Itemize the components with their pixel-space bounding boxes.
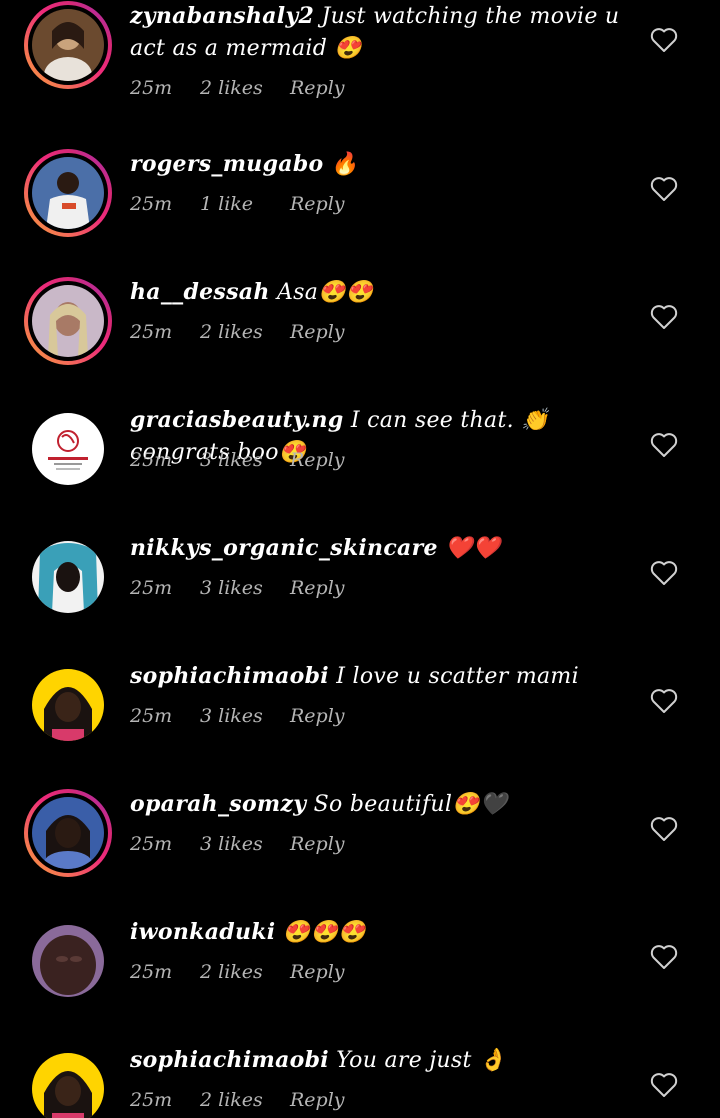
comment-time: 25m [130, 577, 173, 599]
comment-item: zynabanshaly2 Just watching the movie u … [0, 0, 720, 128]
heart-outline-icon[interactable] [650, 27, 678, 53]
comment-time: 25m [130, 833, 173, 855]
comment-time: 25m [130, 705, 173, 727]
reply-button[interactable]: Reply [290, 191, 345, 217]
avatar[interactable] [24, 661, 112, 749]
comment-username[interactable]: oparah_somzy [130, 791, 306, 817]
heart-outline-icon[interactable] [650, 432, 678, 458]
avatar[interactable] [24, 917, 112, 1005]
comment-meta: 25m 2 likes Reply [130, 959, 345, 985]
comment-username[interactable]: ha__dessah [130, 279, 270, 305]
comment-item: iwonkaduki 😍😍😍 25m 2 likes Reply [0, 896, 720, 1024]
comment-body: sophiachimaobi You are just 👌 [130, 1044, 620, 1077]
comment-item: nikkys_organic_skincare ❤️❤️ 25m 3 likes R… [0, 512, 720, 640]
avatar[interactable] [24, 1, 112, 89]
comment-likes[interactable]: 2 likes [200, 75, 290, 101]
comment-likes[interactable]: 3 likes [200, 703, 290, 729]
comment-time: 25m [130, 961, 173, 983]
heart-outline-icon[interactable] [650, 816, 678, 842]
heart-outline-icon[interactable] [650, 1072, 678, 1098]
comment-item: graciasbeauty.ng I can see that. 👏 congr… [0, 384, 720, 512]
comment-meta: 25m 1 like Reply [130, 191, 345, 217]
reply-button[interactable]: Reply [290, 1087, 345, 1113]
reply-button[interactable]: Reply [290, 575, 345, 601]
comment-time: 25m [130, 1089, 173, 1111]
comment-item: oparah_somzy So beautiful😍🖤 25m 3 likes Re… [0, 768, 720, 896]
comment-body: rogers_mugabo 🔥 [130, 148, 620, 181]
comment-item: sophiachimaobi I love u scatter mami 25m… [0, 640, 720, 768]
reply-button[interactable]: Reply [290, 319, 345, 345]
comment-body: zynabanshaly2 Just watching the movie u … [130, 0, 620, 65]
comment-username[interactable]: iwonkaduki [130, 919, 275, 945]
reply-button[interactable]: Reply [290, 959, 345, 985]
comment-item: ha__dessah Asa😍😍 25m 2 likes Reply [0, 256, 720, 384]
reply-button[interactable]: Reply [290, 75, 345, 101]
comment-meta: 25m 3 likes Reply [130, 447, 345, 473]
reply-button[interactable]: Reply [290, 447, 345, 473]
avatar[interactable] [24, 533, 112, 621]
comment-username[interactable]: graciasbeauty.ng [130, 407, 344, 433]
comment-text: So beautiful😍🖤 [313, 792, 508, 817]
comment-body: ha__dessah Asa😍😍 [130, 276, 620, 309]
comment-item: rogers_mugabo 🔥 25m 1 like Reply [0, 128, 720, 256]
comment-meta: 25m 2 likes Reply [130, 319, 345, 345]
comment-meta: 25m 3 likes Reply [130, 831, 345, 857]
heart-outline-icon[interactable] [650, 304, 678, 330]
comment-body: nikkys_organic_skincare ❤️❤️ [130, 532, 620, 565]
comment-text: ❤️❤️ [445, 536, 501, 561]
comment-text: Asa😍😍 [276, 280, 374, 305]
comment-time: 25m [130, 77, 173, 99]
comment-username[interactable]: zynabanshaly2 [130, 3, 314, 29]
comment-time: 25m [130, 321, 173, 343]
avatar[interactable] [24, 1045, 112, 1118]
avatar[interactable] [24, 789, 112, 877]
comment-text: 😍😍😍 [282, 920, 366, 945]
comment-meta: 25m 2 likes Reply [130, 75, 345, 101]
comment-time: 25m [130, 449, 173, 471]
comment-meta: 25m 2 likes Reply [130, 1087, 345, 1113]
comment-time: 25m [130, 193, 173, 215]
comment-likes[interactable]: 2 likes [200, 319, 290, 345]
reply-button[interactable]: Reply [290, 831, 345, 857]
heart-outline-icon[interactable] [650, 560, 678, 586]
comment-likes[interactable]: 1 like [200, 191, 290, 217]
avatar[interactable] [24, 277, 112, 365]
comment-username[interactable]: sophiachimaobi [130, 1047, 329, 1073]
comment-username[interactable]: rogers_mugabo [130, 151, 324, 177]
avatar[interactable] [24, 149, 112, 237]
reply-button[interactable]: Reply [290, 703, 345, 729]
comment-text: I love u scatter mami [336, 664, 579, 689]
heart-outline-icon[interactable] [650, 688, 678, 714]
comment-body: sophiachimaobi I love u scatter mami [130, 660, 620, 693]
comment-item: sophiachimaobi You are just 👌 25m 2 likes… [0, 1024, 720, 1118]
comment-meta: 25m 3 likes Reply [130, 575, 345, 601]
comment-likes[interactable]: 2 likes [200, 1087, 290, 1113]
comment-username[interactable]: nikkys_organic_skincare [130, 535, 438, 561]
comment-username[interactable]: sophiachimaobi [130, 663, 329, 689]
heart-outline-icon[interactable] [650, 176, 678, 202]
comment-body: oparah_somzy So beautiful😍🖤 [130, 788, 620, 821]
avatar[interactable] [24, 405, 112, 493]
comment-likes[interactable]: 3 likes [200, 831, 290, 857]
comment-body: iwonkaduki 😍😍😍 [130, 916, 620, 949]
comment-text: You are just 👌 [336, 1048, 507, 1073]
heart-outline-icon[interactable] [650, 944, 678, 970]
comment-meta: 25m 3 likes Reply [130, 703, 345, 729]
comment-text: 🔥 [330, 152, 359, 177]
comment-likes[interactable]: 3 likes [200, 447, 290, 473]
comment-likes[interactable]: 3 likes [200, 575, 290, 601]
comment-likes[interactable]: 2 likes [200, 959, 290, 985]
